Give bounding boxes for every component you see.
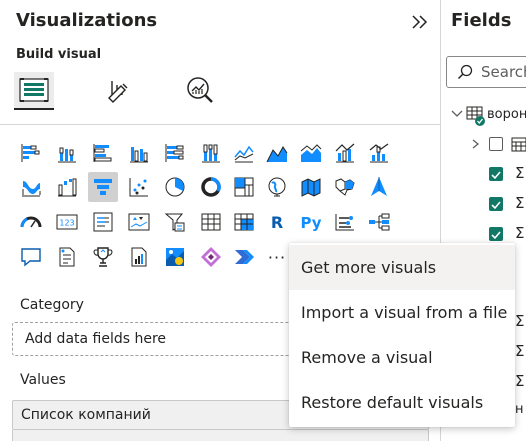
- line-stacked-column-chart-icon[interactable]: [364, 138, 394, 168]
- sigma-icon: Σ: [515, 312, 525, 330]
- power-apps-icon[interactable]: [196, 242, 226, 272]
- double-chevron-right-icon[interactable]: [410, 14, 430, 30]
- build-visual-label: Build visual: [16, 47, 102, 62]
- matrix-icon[interactable]: [229, 207, 259, 237]
- sigma-icon: Σ: [515, 164, 525, 182]
- field-checkbox[interactable]: [489, 227, 503, 241]
- sigma-icon: Σ: [515, 194, 525, 212]
- card-icon[interactable]: 123: [52, 207, 82, 237]
- line-clustered-column-chart-icon[interactable]: [330, 138, 360, 168]
- analytics-magnifier-icon: [187, 77, 213, 103]
- field-checkbox[interactable]: [489, 197, 503, 211]
- kpi-icon[interactable]: [124, 207, 154, 237]
- python-visual-icon[interactable]: Py: [296, 207, 326, 237]
- visualizations-title: Visualizations: [16, 10, 158, 31]
- stacked-column-chart-icon[interactable]: [52, 138, 82, 168]
- area-chart-icon[interactable]: [262, 138, 292, 168]
- table-icon: [466, 106, 485, 126]
- field-checkbox[interactable]: [489, 167, 503, 181]
- menu-item-remove-visual[interactable]: Remove a visual: [289, 335, 515, 380]
- python-visual-label: Py: [300, 214, 321, 232]
- qa-icon[interactable]: [16, 242, 46, 272]
- smart-narrative-icon[interactable]: [52, 242, 82, 272]
- waterfall-chart-icon[interactable]: [52, 172, 82, 202]
- fields-search-input[interactable]: Search: [446, 56, 526, 88]
- treemap-icon[interactable]: [229, 172, 259, 202]
- pane-divider: [0, 124, 440, 125]
- clustered-bar-chart-icon[interactable]: [88, 138, 118, 168]
- chevron-right-icon: [472, 139, 480, 149]
- pie-chart-icon[interactable]: [160, 172, 190, 202]
- field-checkbox[interactable]: [489, 137, 503, 151]
- scatter-chart-icon[interactable]: [124, 172, 154, 202]
- arcgis-map-icon[interactable]: [160, 242, 190, 272]
- menu-item-import-visual[interactable]: Import a visual from a file: [289, 290, 515, 335]
- azure-map-icon[interactable]: [364, 172, 394, 202]
- 100-stacked-column-chart-icon[interactable]: [196, 138, 226, 168]
- card-icon-label: 123: [59, 219, 74, 228]
- visuals-context-menu: Get more visuals Import a visual from a …: [289, 243, 515, 427]
- values-field-item-2[interactable]: [12, 430, 429, 441]
- map-icon[interactable]: [262, 172, 292, 202]
- field-row-text: н: [515, 402, 524, 417]
- values-label: Values: [20, 372, 66, 388]
- clustered-column-chart-icon[interactable]: [124, 138, 154, 168]
- search-icon: [457, 64, 473, 80]
- values-field-name: Список компаний: [21, 407, 151, 423]
- fields-search-placeholder: Search: [481, 63, 526, 81]
- ribbon-chart-icon[interactable]: [16, 172, 46, 202]
- format-visual-icon: [108, 81, 128, 103]
- table-icon[interactable]: [196, 207, 226, 237]
- donut-chart-icon[interactable]: [196, 172, 226, 202]
- build-visual-icon: [19, 78, 49, 102]
- menu-item-restore-default-visuals[interactable]: Restore default visuals: [289, 380, 515, 425]
- fields-table-row[interactable]: ворон: [450, 105, 526, 126]
- fields-table-name: ворон: [487, 107, 526, 122]
- menu-item-get-more-visuals[interactable]: Get more visuals: [289, 245, 515, 290]
- paginated-report-icon[interactable]: [124, 242, 154, 272]
- shape-map-icon[interactable]: [330, 172, 360, 202]
- line-chart-icon[interactable]: [229, 138, 259, 168]
- category-label: Category: [20, 297, 84, 313]
- field-row-3[interactable]: Σ: [471, 224, 526, 245]
- multi-row-card-icon[interactable]: [88, 207, 118, 237]
- key-influencers-icon[interactable]: [330, 207, 360, 237]
- field-row-2[interactable]: Σ: [471, 194, 526, 215]
- stacked-area-chart-icon[interactable]: [296, 138, 326, 168]
- calendar-icon: [511, 137, 526, 152]
- power-automate-icon[interactable]: [229, 242, 259, 272]
- sigma-icon: Σ: [515, 224, 525, 242]
- metrics-trophy-icon[interactable]: [88, 242, 118, 272]
- chevron-down-icon: [451, 110, 463, 117]
- format-visual-button[interactable]: [98, 72, 138, 110]
- field-row-1[interactable]: Σ: [471, 164, 526, 185]
- gauge-icon[interactable]: [16, 207, 46, 237]
- build-visual-button[interactable]: [14, 72, 54, 110]
- filled-map-icon[interactable]: [296, 172, 326, 202]
- decomposition-tree-icon[interactable]: [364, 207, 394, 237]
- category-placeholder: Add data fields here: [25, 331, 167, 347]
- r-visual-label: R: [271, 213, 283, 232]
- funnel-icon[interactable]: [88, 172, 118, 202]
- field-row-date[interactable]: [471, 135, 526, 155]
- sigma-icon: Σ: [515, 342, 525, 360]
- 100-stacked-bar-chart-icon[interactable]: [160, 138, 190, 168]
- fields-title: Fields: [451, 10, 512, 31]
- more-options-icon[interactable]: ···: [262, 242, 292, 272]
- r-visual-icon[interactable]: R: [262, 207, 292, 237]
- slicer-icon[interactable]: [160, 207, 190, 237]
- more-options-label: ···: [267, 247, 287, 267]
- stacked-bar-chart-icon[interactable]: [16, 138, 46, 168]
- sigma-icon: Σ: [515, 372, 525, 390]
- analytics-button[interactable]: [180, 72, 220, 110]
